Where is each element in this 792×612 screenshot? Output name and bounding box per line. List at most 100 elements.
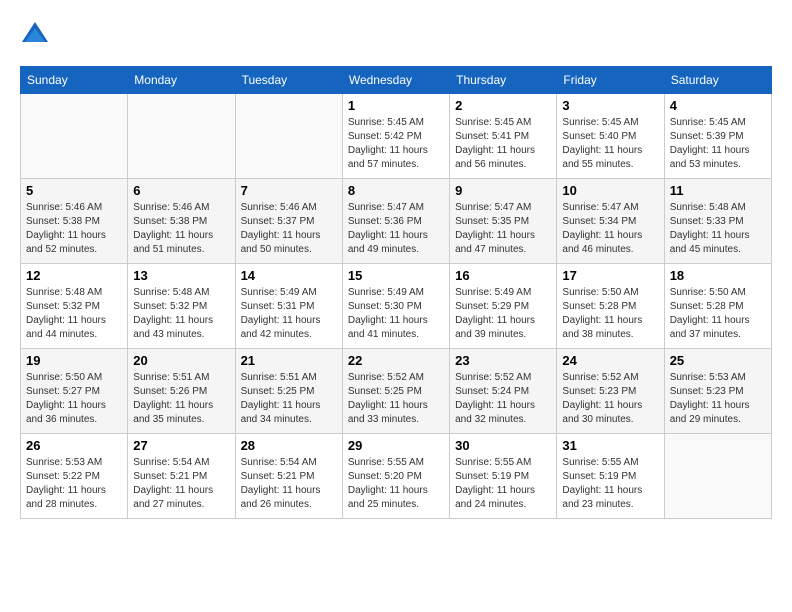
calendar-cell: 20 Sunrise: 5:51 AM Sunset: 5:26 PM Dayli… [128,349,235,434]
day-info: Sunrise: 5:53 AM Sunset: 5:22 PM Dayligh… [26,456,122,512]
day-info: Sunrise: 5:46 AM Sunset: 5:37 PM Dayligh… [241,201,337,257]
day-number: 7 [241,183,337,198]
day-number: 16 [455,268,551,283]
calendar-cell: 11 Sunrise: 5:48 AM Sunset: 5:33 PM Dayli… [664,179,771,264]
calendar-cell: 18 Sunrise: 5:50 AM Sunset: 5:28 PM Dayli… [664,264,771,349]
calendar-cell: 10 Sunrise: 5:47 AM Sunset: 5:34 PM Dayli… [557,179,664,264]
calendar-header-row: SundayMondayTuesdayWednesdayThursdayFrid… [21,67,772,94]
day-number: 22 [348,353,444,368]
day-info: Sunrise: 5:50 AM Sunset: 5:28 PM Dayligh… [562,286,658,342]
calendar-cell [664,434,771,519]
calendar-cell: 17 Sunrise: 5:50 AM Sunset: 5:28 PM Dayli… [557,264,664,349]
day-number: 2 [455,98,551,113]
day-number: 1 [348,98,444,113]
day-info: Sunrise: 5:52 AM Sunset: 5:25 PM Dayligh… [348,371,444,427]
calendar-cell: 8Sunrise: 5:47 AM Sunset: 5:36 PM Daylig… [342,179,449,264]
day-number: 4 [670,98,766,113]
day-number: 12 [26,268,122,283]
day-number: 17 [562,268,658,283]
calendar-cell: 5 Sunrise: 5:46 AM Sunset: 5:38 PM Daylig… [21,179,128,264]
day-number: 25 [670,353,766,368]
day-number: 3 [562,98,658,113]
calendar-cell: 22 Sunrise: 5:52 AM Sunset: 5:25 PM Dayli… [342,349,449,434]
day-info: Sunrise: 5:45 AM Sunset: 5:40 PM Dayligh… [562,116,658,172]
day-number: 24 [562,353,658,368]
day-info: Sunrise: 5:50 AM Sunset: 5:27 PM Dayligh… [26,371,122,427]
day-info: Sunrise: 5:47 AM Sunset: 5:35 PM Dayligh… [455,201,551,257]
calendar-cell: 14Sunrise: 5:49 AM Sunset: 5:31 PM Dayli… [235,264,342,349]
day-info: Sunrise: 5:49 AM Sunset: 5:29 PM Dayligh… [455,286,551,342]
day-number: 5 [26,183,122,198]
day-info: Sunrise: 5:47 AM Sunset: 5:34 PM Dayligh… [562,201,658,257]
day-info: Sunrise: 5:48 AM Sunset: 5:32 PM Dayligh… [26,286,122,342]
calendar-cell: 30Sunrise: 5:55 AM Sunset: 5:19 PM Dayli… [450,434,557,519]
day-number: 18 [670,268,766,283]
calendar-cell: 4Sunrise: 5:45 AM Sunset: 5:39 PM Daylig… [664,94,771,179]
day-info: Sunrise: 5:54 AM Sunset: 5:21 PM Dayligh… [241,456,337,512]
calendar-cell: 2Sunrise: 5:45 AM Sunset: 5:41 PM Daylig… [450,94,557,179]
day-number: 13 [133,268,229,283]
calendar-week-row: 1 Sunrise: 5:45 AM Sunset: 5:42 PM Daylig… [21,94,772,179]
calendar-cell: 26Sunrise: 5:53 AM Sunset: 5:22 PM Dayli… [21,434,128,519]
calendar-cell [21,94,128,179]
day-number: 10 [562,183,658,198]
day-info: Sunrise: 5:51 AM Sunset: 5:26 PM Dayligh… [133,371,229,427]
calendar-cell: 24 Sunrise: 5:52 AM Sunset: 5:23 PM Dayli… [557,349,664,434]
calendar-cell: 31 Sunrise: 5:55 AM Sunset: 5:19 PM Dayli… [557,434,664,519]
day-info: Sunrise: 5:55 AM Sunset: 5:19 PM Dayligh… [562,456,658,512]
day-number: 30 [455,438,551,453]
calendar-table: SundayMondayTuesdayWednesdayThursdayFrid… [20,66,772,519]
day-number: 6 [133,183,229,198]
calendar-cell: 9Sunrise: 5:47 AM Sunset: 5:35 PM Daylig… [450,179,557,264]
calendar-cell [128,94,235,179]
calendar-header-sunday: Sunday [21,67,128,94]
calendar-week-row: 12 Sunrise: 5:48 AM Sunset: 5:32 PM Dayli… [21,264,772,349]
calendar-cell: 19 Sunrise: 5:50 AM Sunset: 5:27 PM Dayli… [21,349,128,434]
calendar-cell [235,94,342,179]
calendar-cell: 29 Sunrise: 5:55 AM Sunset: 5:20 PM Dayli… [342,434,449,519]
calendar-week-row: 19 Sunrise: 5:50 AM Sunset: 5:27 PM Dayli… [21,349,772,434]
day-number: 31 [562,438,658,453]
day-number: 23 [455,353,551,368]
calendar-cell: 28 Sunrise: 5:54 AM Sunset: 5:21 PM Dayli… [235,434,342,519]
calendar-cell: 7 Sunrise: 5:46 AM Sunset: 5:37 PM Daylig… [235,179,342,264]
calendar-header-friday: Friday [557,67,664,94]
day-info: Sunrise: 5:45 AM Sunset: 5:42 PM Dayligh… [348,116,444,172]
calendar-cell: 27Sunrise: 5:54 AM Sunset: 5:21 PM Dayli… [128,434,235,519]
day-info: Sunrise: 5:46 AM Sunset: 5:38 PM Dayligh… [26,201,122,257]
day-number: 15 [348,268,444,283]
calendar-week-row: 5 Sunrise: 5:46 AM Sunset: 5:38 PM Daylig… [21,179,772,264]
calendar-header-monday: Monday [128,67,235,94]
calendar-header-saturday: Saturday [664,67,771,94]
day-number: 20 [133,353,229,368]
day-info: Sunrise: 5:55 AM Sunset: 5:20 PM Dayligh… [348,456,444,512]
day-number: 19 [26,353,122,368]
calendar-cell: 1 Sunrise: 5:45 AM Sunset: 5:42 PM Daylig… [342,94,449,179]
day-number: 11 [670,183,766,198]
calendar-cell: 3 Sunrise: 5:45 AM Sunset: 5:40 PM Daylig… [557,94,664,179]
day-number: 14 [241,268,337,283]
calendar-cell: 25 Sunrise: 5:53 AM Sunset: 5:23 PM Dayli… [664,349,771,434]
day-info: Sunrise: 5:46 AM Sunset: 5:38 PM Dayligh… [133,201,229,257]
calendar-week-row: 26Sunrise: 5:53 AM Sunset: 5:22 PM Dayli… [21,434,772,519]
day-info: Sunrise: 5:50 AM Sunset: 5:28 PM Dayligh… [670,286,766,342]
day-number: 21 [241,353,337,368]
logo-icon [20,20,50,50]
calendar-cell: 16 Sunrise: 5:49 AM Sunset: 5:29 PM Dayli… [450,264,557,349]
day-number: 29 [348,438,444,453]
calendar-cell: 6 Sunrise: 5:46 AM Sunset: 5:38 PM Daylig… [128,179,235,264]
day-info: Sunrise: 5:54 AM Sunset: 5:21 PM Dayligh… [133,456,229,512]
calendar-cell: 23 Sunrise: 5:52 AM Sunset: 5:24 PM Dayli… [450,349,557,434]
day-info: Sunrise: 5:53 AM Sunset: 5:23 PM Dayligh… [670,371,766,427]
day-info: Sunrise: 5:48 AM Sunset: 5:32 PM Dayligh… [133,286,229,342]
day-info: Sunrise: 5:47 AM Sunset: 5:36 PM Dayligh… [348,201,444,257]
calendar-cell: 15 Sunrise: 5:49 AM Sunset: 5:30 PM Dayli… [342,264,449,349]
day-info: Sunrise: 5:52 AM Sunset: 5:23 PM Dayligh… [562,371,658,427]
calendar-cell: 21Sunrise: 5:51 AM Sunset: 5:25 PM Dayli… [235,349,342,434]
day-info: Sunrise: 5:52 AM Sunset: 5:24 PM Dayligh… [455,371,551,427]
day-info: Sunrise: 5:49 AM Sunset: 5:30 PM Dayligh… [348,286,444,342]
day-info: Sunrise: 5:48 AM Sunset: 5:33 PM Dayligh… [670,201,766,257]
logo [20,20,54,50]
day-number: 28 [241,438,337,453]
calendar-header-wednesday: Wednesday [342,67,449,94]
